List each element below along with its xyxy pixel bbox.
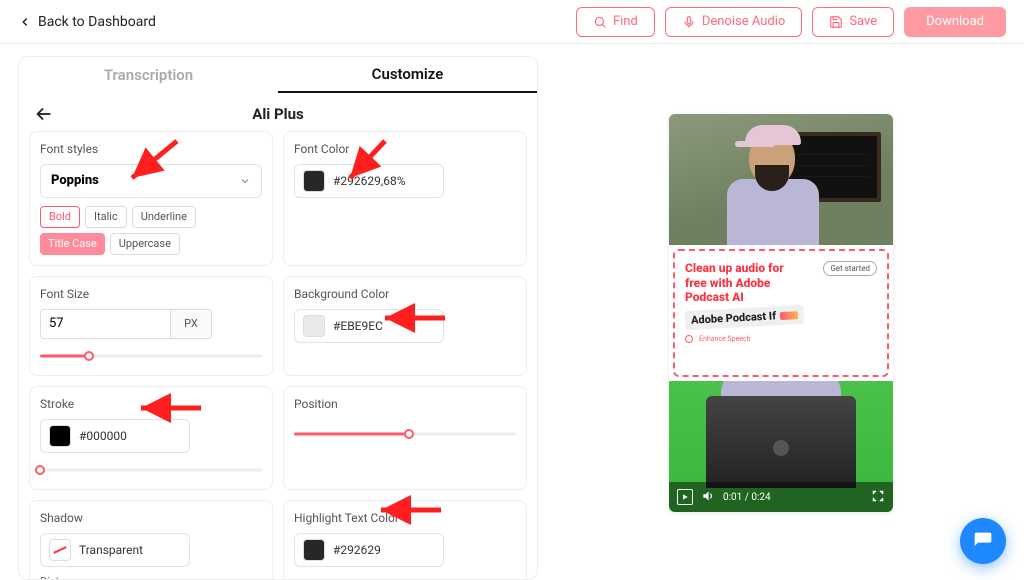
play-icon [681, 493, 689, 501]
chip-underline[interactable]: Underline [132, 206, 196, 228]
card-font-styles: Font styles Poppins Bold Italic Underlin… [29, 131, 273, 266]
stroke-label: Stroke [40, 397, 262, 411]
caption-overlay: Adobe Podcast If [685, 305, 805, 330]
chip-title-case[interactable]: Title Case [40, 233, 105, 255]
font-color-picker[interactable]: #292629,68% [294, 164, 444, 198]
back-label: Back to Dashboard [38, 14, 156, 30]
chip-uppercase[interactable]: Uppercase [110, 233, 180, 255]
position-label: Position [294, 397, 516, 411]
customize-panel: Transcription Customize Ali Plus Font st… [18, 56, 538, 580]
time-display: 0:01 / 0:24 [723, 492, 771, 503]
denoise-button[interactable]: Denoise Audio [665, 7, 803, 37]
fullscreen-button[interactable] [871, 489, 885, 506]
mid-text-3: Podcast AI [685, 290, 877, 304]
chip-italic[interactable]: Italic [85, 206, 127, 228]
panel-title: Ali Plus [252, 105, 304, 123]
stroke-slider[interactable] [40, 461, 262, 479]
chevron-left-icon [18, 15, 32, 29]
save-label: Save [849, 14, 877, 29]
chat-icon [973, 531, 993, 551]
font-color-value: #292629,68% [333, 174, 406, 188]
tab-transcription[interactable]: Transcription [19, 57, 278, 93]
preview-frame-mid: Get started Clean up audio for free with… [673, 249, 889, 377]
chip-bold[interactable]: Bold [40, 206, 80, 228]
volume-button[interactable] [701, 489, 715, 506]
shadow-label: Shadow [40, 511, 262, 525]
find-label: Find [613, 14, 638, 29]
bg-color-value: #EBE9EC [333, 319, 383, 333]
back-to-dashboard[interactable]: Back to Dashboard [18, 14, 156, 30]
shadow-color-picker[interactable]: Transparent [40, 533, 190, 567]
highlight-color-picker[interactable]: #292629 [294, 533, 444, 567]
stroke-value: #000000 [79, 429, 127, 443]
highlight-swatch [303, 539, 325, 561]
fullscreen-icon [871, 489, 885, 503]
card-position: Position [283, 386, 527, 490]
highlight-label: Highlight Text Color [294, 511, 516, 525]
tab-customize[interactable]: Customize [278, 57, 537, 93]
card-highlight: Highlight Text Color #292629 [283, 500, 527, 579]
mid-text-2: free with Adobe [685, 276, 877, 290]
search-icon [593, 15, 607, 29]
position-slider[interactable] [294, 425, 516, 443]
shadow-swatch-transparent [49, 539, 71, 561]
shadow-value: Transparent [79, 543, 143, 557]
font-family-select[interactable]: Poppins [40, 164, 262, 198]
preview-frame-bottom: 0:01 / 0:24 [669, 381, 893, 512]
download-label: Download [926, 14, 984, 29]
font-size-unit: PX [170, 309, 212, 339]
card-bg-color: Background Color #EBE9EC [283, 276, 527, 376]
bg-color-picker[interactable]: #EBE9EC [294, 309, 444, 343]
font-size-input[interactable] [40, 309, 170, 339]
font-size-label: Font Size [40, 287, 262, 301]
save-button[interactable]: Save [812, 7, 894, 37]
volume-icon [701, 489, 715, 503]
card-stroke: Stroke #000000 [29, 386, 273, 490]
bg-color-swatch [303, 315, 325, 337]
video-preview[interactable]: Get started Clean up audio for free with… [669, 114, 893, 512]
highlight-value: #292629 [333, 543, 381, 557]
chat-button[interactable] [960, 518, 1006, 564]
mic-icon [682, 15, 696, 29]
card-shadow: Shadow Transparent Distance Blur [29, 500, 273, 579]
font-color-label: Font Color [294, 142, 516, 156]
preview-frame-top [669, 114, 893, 245]
shadow-distance-label: Distance [40, 575, 262, 579]
panel-back-icon[interactable] [33, 103, 55, 125]
scrollbar[interactable] [537, 167, 538, 367]
font-size-slider[interactable] [40, 347, 262, 365]
play-button[interactable] [677, 489, 693, 505]
bg-color-label: Background Color [294, 287, 516, 301]
stroke-swatch [49, 425, 71, 447]
card-font-size: Font Size PX [29, 276, 273, 376]
mid-cta: Get started [823, 261, 877, 276]
chevron-down-icon [239, 175, 251, 187]
font-color-swatch [303, 170, 325, 192]
stroke-color-picker[interactable]: #000000 [40, 419, 190, 453]
denoise-label: Denoise Audio [702, 14, 786, 29]
save-icon [829, 15, 843, 29]
find-button[interactable]: Find [576, 7, 655, 37]
download-button[interactable]: Download [904, 7, 1006, 37]
font-styles-label: Font styles [40, 142, 262, 156]
card-font-color: Font Color #292629,68% [283, 131, 527, 266]
font-family-value: Poppins [51, 173, 99, 188]
